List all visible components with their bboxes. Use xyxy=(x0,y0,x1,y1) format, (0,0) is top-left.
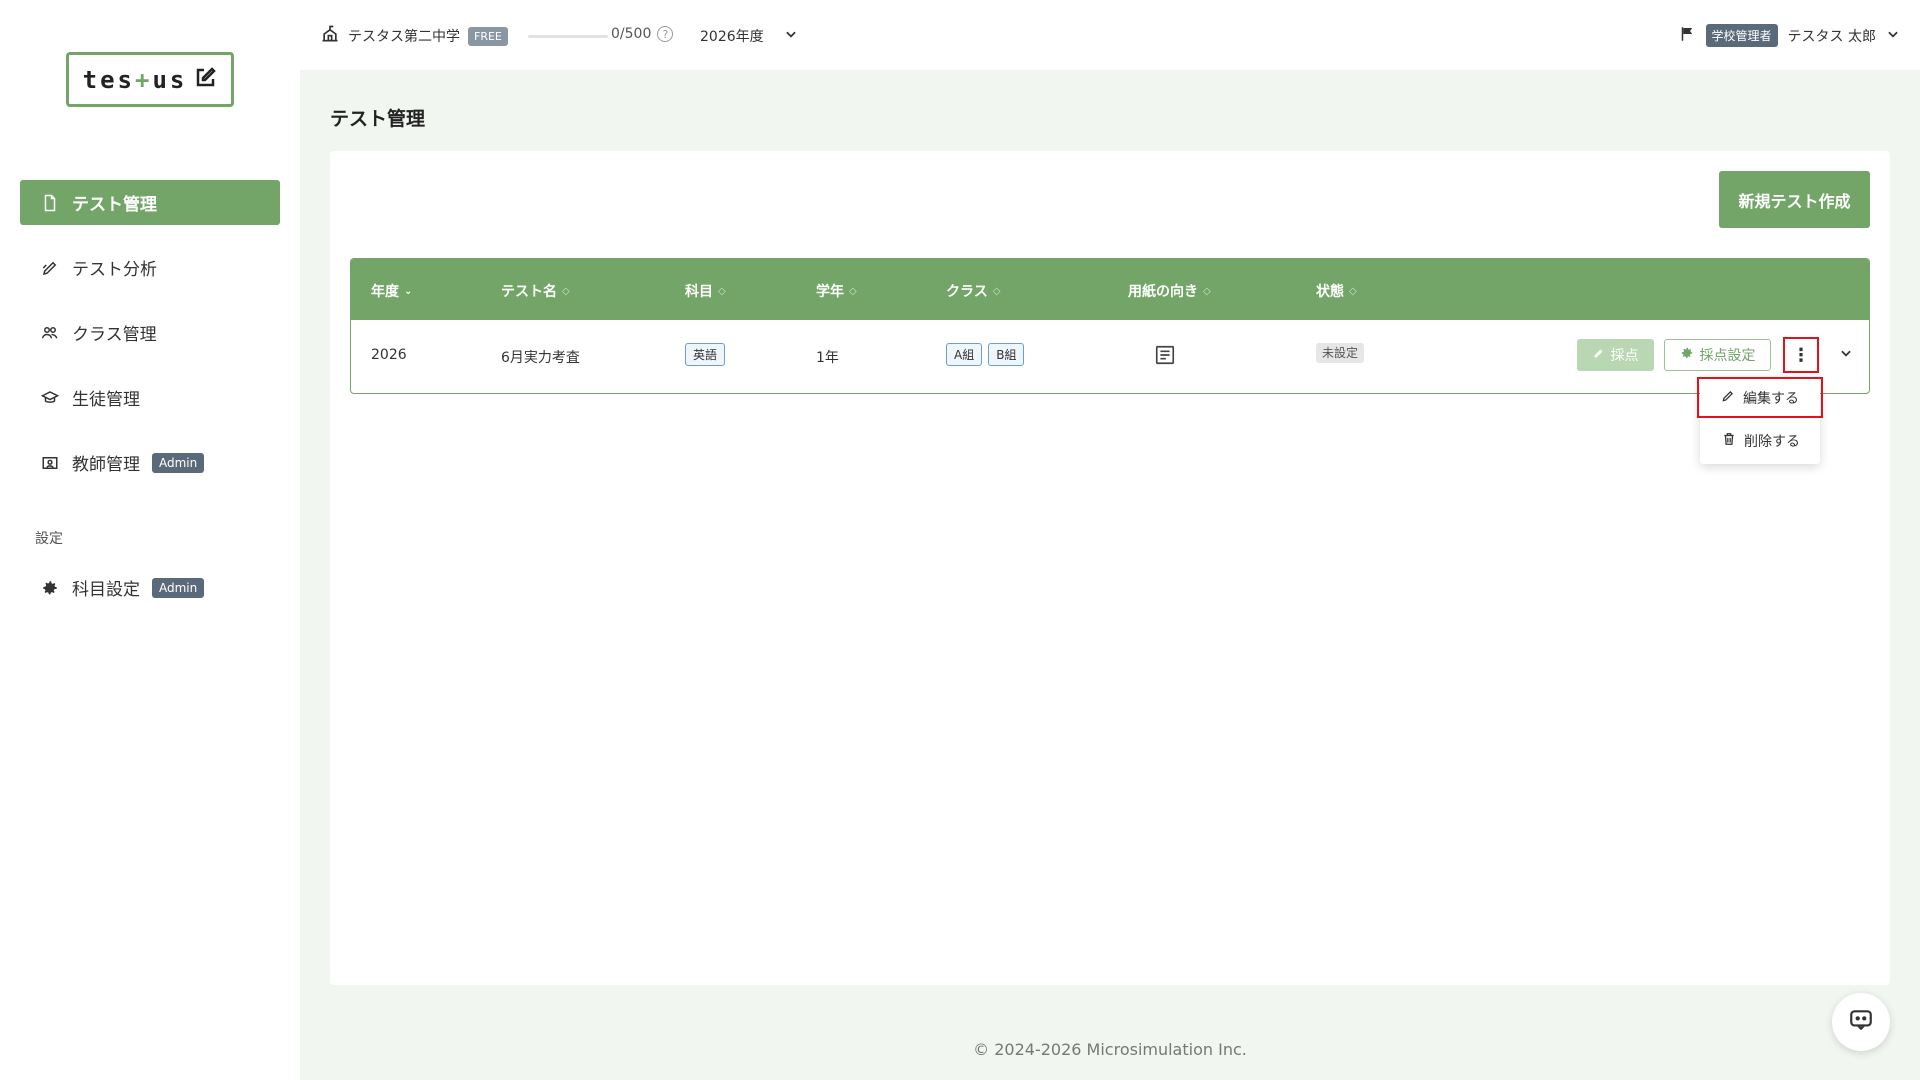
year-label: 2026年度 xyxy=(700,29,764,45)
sidebar-item-label: 教師管理 xyxy=(72,455,140,475)
test-table: 年度 ⌄ テスト名 ◇ 科目 ◇ 学年 ◇ クラス ◇ 用紙の向き ◇ 状態 ◇ 2026 6… xyxy=(350,258,1870,394)
cell-class: A組 B組 xyxy=(946,343,1030,366)
sort-icon: ◇ xyxy=(849,285,857,297)
year-selector[interactable]: 2026年度 xyxy=(700,26,798,46)
sidebar-item-class-management[interactable]: クラス管理 xyxy=(20,310,280,355)
main-card: 新規テスト作成 年度 ⌄ テスト名 ◇ 科目 ◇ 学年 ◇ クラス ◇ 用紙の向き ◇ 状態… xyxy=(330,151,1890,985)
status-badge: 未設定 xyxy=(1316,343,1365,363)
sidebar-item-subject-settings[interactable]: 科目設定 Admin xyxy=(20,565,280,610)
pencil-icon xyxy=(1593,347,1605,363)
cell-test-name: 6月実力考査 xyxy=(501,350,580,366)
sidebar-item-test-management[interactable]: テスト管理 xyxy=(20,180,280,225)
new-test-button[interactable]: 新規テスト作成 xyxy=(1719,171,1870,228)
sidebar: tes+us テスト管理 テスト分析 クラス管理 生徒管理 教師管理 Admin… xyxy=(0,0,300,1080)
sort-desc-icon: ⌄ xyxy=(404,285,413,297)
score-settings-button[interactable]: 採点設定 xyxy=(1664,339,1771,371)
column-header-class[interactable]: クラス ◇ xyxy=(946,281,1000,301)
admin-badge: Admin xyxy=(152,577,205,598)
more-options-button[interactable]: ⋮ xyxy=(1783,337,1819,373)
sidebar-item-teacher-management[interactable]: 教師管理 Admin xyxy=(20,440,280,485)
sidebar-item-student-management[interactable]: 生徒管理 xyxy=(20,375,280,420)
sidebar-item-test-analysis[interactable]: テスト分析 xyxy=(20,245,280,290)
column-header-subject[interactable]: 科目 ◇ xyxy=(685,281,726,301)
column-header-orientation[interactable]: 用紙の向き ◇ xyxy=(1128,281,1211,301)
sidebar-item-label: クラス管理 xyxy=(72,325,157,345)
score-button[interactable]: 採点 xyxy=(1577,339,1654,371)
class-tag: B組 xyxy=(988,343,1025,366)
column-header-status[interactable]: 状態 ◇ xyxy=(1316,281,1357,301)
sort-icon: ◇ xyxy=(1349,285,1357,297)
id-card-icon xyxy=(40,453,60,473)
usage-text: 0/500 xyxy=(611,26,652,42)
school-name: テスタス第二中学 xyxy=(348,29,460,45)
cell-status: 未設定 xyxy=(1316,343,1365,363)
app-logo[interactable]: tes+us xyxy=(66,52,234,107)
gear-icon xyxy=(40,578,60,598)
usage-count: 0/500 ? xyxy=(611,26,674,42)
pencil-chart-icon xyxy=(40,258,60,278)
expand-row-button[interactable] xyxy=(1835,344,1857,366)
usage-progress-bar xyxy=(528,35,608,38)
portrait-sheet-icon xyxy=(1154,344,1176,370)
role-badge: 学校管理者 xyxy=(1705,24,1778,47)
chat-support-button[interactable] xyxy=(1832,993,1890,1051)
column-header-grade[interactable]: 学年 ◇ xyxy=(816,281,857,301)
document-icon xyxy=(40,193,60,213)
sidebar-item-label: テスト分析 xyxy=(72,260,157,280)
school-icon xyxy=(320,24,340,48)
edit-square-icon xyxy=(193,66,217,94)
gear-icon xyxy=(1680,346,1694,364)
column-header-year[interactable]: 年度 ⌄ xyxy=(371,281,412,301)
menu-item-edit[interactable]: 編集する xyxy=(1697,377,1823,418)
kebab-menu-icon: ⋮ xyxy=(1792,344,1810,366)
sidebar-item-label: テスト管理 xyxy=(72,195,157,215)
table-header: 年度 ⌄ テスト名 ◇ 科目 ◇ 学年 ◇ クラス ◇ 用紙の向き ◇ 状態 ◇ xyxy=(351,259,1869,320)
subject-tag: 英語 xyxy=(685,343,726,366)
user-name[interactable]: テスタス 太郎 xyxy=(1788,26,1876,46)
flag-icon[interactable] xyxy=(1678,25,1696,47)
column-header-test-name[interactable]: テスト名 ◇ xyxy=(501,281,570,301)
chat-icon xyxy=(1848,1007,1874,1037)
chevron-down-icon xyxy=(1839,346,1853,364)
plan-badge: FREE xyxy=(468,26,508,46)
row-actions-menu: 編集する 削除する xyxy=(1697,377,1823,464)
chevron-down-icon[interactable] xyxy=(1886,27,1900,45)
section-label-settings: 設定 xyxy=(35,531,63,547)
sort-icon: ◇ xyxy=(1203,285,1211,297)
graduation-cap-icon xyxy=(40,388,60,408)
cell-subject: 英語 xyxy=(685,343,731,366)
class-tag: A組 xyxy=(946,343,983,366)
table-row[interactable]: 2026 6月実力考査 英語 1年 A組 B組 未設定 採点 採点設定 ⋮ xyxy=(351,320,1869,393)
sort-icon: ◇ xyxy=(718,285,726,297)
cell-year: 2026 xyxy=(371,347,407,363)
chevron-down-icon xyxy=(784,27,798,45)
top-bar: テスタス第二中学 FREE 0/500 ? 2026年度 学校管理者 テスタス … xyxy=(300,0,1920,70)
school-info: テスタス第二中学 FREE xyxy=(320,24,508,48)
footer-copyright: © 2024-2026 Microsimulation Inc. xyxy=(973,1040,1247,1059)
user-area: 学校管理者 テスタス 太郎 xyxy=(1678,24,1900,47)
logo-text: tes+us xyxy=(82,65,188,94)
help-icon[interactable]: ? xyxy=(657,26,674,42)
sidebar-item-label: 科目設定 xyxy=(72,580,140,600)
sidebar-item-label: 生徒管理 xyxy=(72,390,140,410)
admin-badge: Admin xyxy=(152,452,205,473)
sort-icon: ◇ xyxy=(562,285,570,297)
menu-item-delete[interactable]: 削除する xyxy=(1700,422,1820,460)
sort-icon: ◇ xyxy=(992,285,1001,297)
group-icon xyxy=(40,323,60,343)
trash-icon xyxy=(1722,432,1736,450)
page-title: テスト管理 xyxy=(330,108,426,130)
pencil-icon xyxy=(1721,389,1735,407)
cell-grade: 1年 xyxy=(816,350,839,366)
